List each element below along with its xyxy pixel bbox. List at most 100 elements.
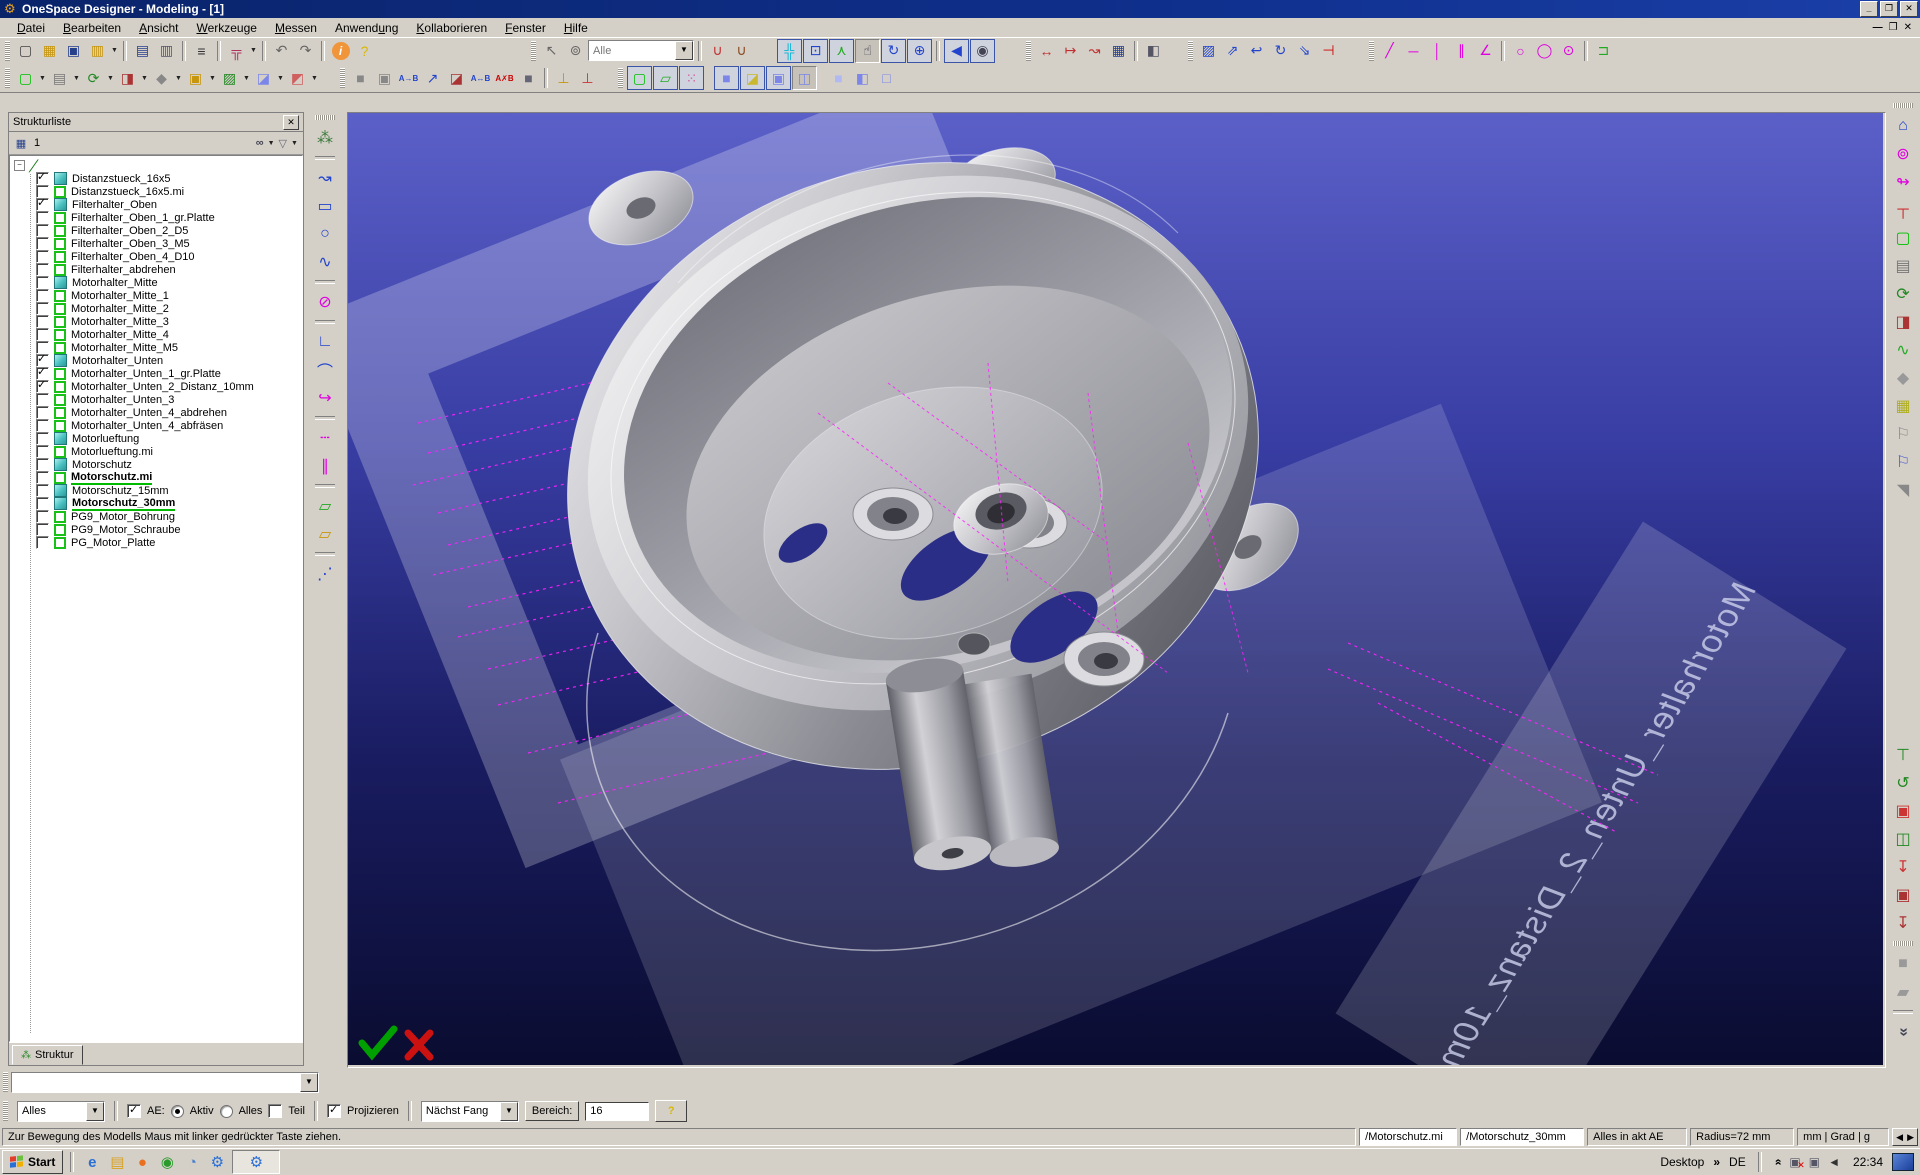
pan-view-icon[interactable]: ╬ xyxy=(777,38,802,63)
sketch-plane-icon[interactable]: ▨ xyxy=(1197,40,1220,62)
status-pager[interactable]: ◀ ▶ xyxy=(1892,1128,1918,1146)
wireframe-view-icon[interactable]: □ xyxy=(875,67,898,89)
stamp-down-icon[interactable]: ↧ xyxy=(1890,910,1916,936)
spline-icon[interactable]: ∿ xyxy=(312,249,338,275)
structure-item[interactable]: Motorhalter_Unten xyxy=(10,352,302,367)
viewport-canvas[interactable]: Motorhalter_Unten_2_Distanz_10mm xyxy=(348,113,1883,1065)
view-back-icon[interactable]: ◀ xyxy=(944,38,969,63)
structure-item[interactable]: Motorschutz_30mm xyxy=(10,497,302,511)
structure-item[interactable]: Distanzstueck_16x5.mi xyxy=(10,185,302,198)
draw-circle-center-icon[interactable]: ⊙ xyxy=(1557,40,1580,62)
visibility-checkbox[interactable] xyxy=(36,224,49,237)
selection-scope-combo-dropdown-icon[interactable]: ▼ xyxy=(675,41,693,60)
structure-item[interactable]: Motorlueftung xyxy=(10,432,302,445)
position-a-b-icon[interactable]: A↔B xyxy=(469,67,492,89)
menu-ansicht[interactable]: Ansicht xyxy=(130,19,187,37)
new-part-icon[interactable]: ■ xyxy=(349,67,372,89)
selection-scope-combo[interactable]: Alle ▼ xyxy=(588,40,694,61)
structure-item[interactable]: Filterhalter_Oben_1_gr.Platte xyxy=(10,211,302,224)
tools-icon[interactable]: ╦ xyxy=(225,40,248,62)
revolve-box-icon[interactable]: ↺ xyxy=(1890,770,1916,796)
copy-icon[interactable]: ▤ xyxy=(131,40,154,62)
boolean-union-icon[interactable]: ▣ xyxy=(1890,798,1916,824)
toolbar-handle[interactable] xyxy=(618,68,623,88)
turn-tool-icon-dropdown[interactable]: ▼ xyxy=(106,67,115,89)
structure-item[interactable]: Motorschutz.mi xyxy=(10,471,302,485)
workplane-icon-dropdown[interactable]: ▼ xyxy=(38,67,47,89)
ae-checkbox[interactable] xyxy=(127,1103,141,1118)
toolbar-handle[interactable] xyxy=(1893,103,1913,108)
pager-left-icon[interactable]: ◀ xyxy=(1896,1132,1903,1143)
mill2-icon[interactable]: ◆ xyxy=(1890,365,1916,391)
hs-app-icon[interactable]: ◉ xyxy=(156,1151,178,1173)
workplane2-icon[interactable]: ▢ xyxy=(1890,225,1916,251)
sketch-move-icon[interactable]: ⇗ xyxy=(1221,40,1244,62)
combo-dropdown-icon[interactable]: ▼ xyxy=(300,1072,318,1092)
stamp-tool-icon-dropdown[interactable]: ▼ xyxy=(242,67,251,89)
show-plane-icon[interactable]: ▱ xyxy=(653,66,678,90)
draw-angle-icon[interactable]: ∠ xyxy=(1474,40,1497,62)
wedge-icon[interactable]: ◥ xyxy=(1890,477,1916,503)
undo-icon[interactable]: ↶ xyxy=(270,40,293,62)
tools-icon-dropdown[interactable]: ▼ xyxy=(249,40,258,62)
select-cursor-icon[interactable]: ↖ xyxy=(540,40,563,62)
select-region-icon[interactable]: ⊚ xyxy=(564,40,587,62)
redo-icon[interactable]: ↷ xyxy=(294,40,317,62)
magnet-part-icon[interactable]: ∪ xyxy=(730,40,753,62)
calculator-icon[interactable]: ▦ xyxy=(1107,40,1130,62)
mill-tool-icon-dropdown[interactable]: ▼ xyxy=(174,67,183,89)
close-button[interactable]: ✕ xyxy=(1900,1,1918,17)
database-icon[interactable]: ▥ xyxy=(86,40,109,62)
menu-werkzeuge[interactable]: Werkzeuge xyxy=(187,19,265,37)
structure-item[interactable]: Filterhalter_abdrehen xyxy=(10,263,302,276)
window-tool-icon-dropdown[interactable]: ▼ xyxy=(208,67,217,89)
visibility-checkbox[interactable] xyxy=(36,196,49,211)
visibility-checkbox[interactable] xyxy=(36,497,49,510)
visibility-checkbox[interactable] xyxy=(36,276,49,289)
panel-close-icon[interactable]: ✕ xyxy=(283,114,299,130)
turn-tool-icon[interactable]: ⟳ xyxy=(82,67,105,89)
dimension-ref-icon[interactable]: ┬ xyxy=(1890,197,1916,223)
draw-circle-icon[interactable]: ○ xyxy=(1509,40,1532,62)
rotate-view-icon[interactable]: ↻ xyxy=(881,38,906,63)
list-view-icon[interactable]: ▦ xyxy=(13,135,29,151)
view-tree-icon[interactable]: ⋏ xyxy=(829,38,854,63)
structure-item[interactable]: Motorhalter_Unten_3 xyxy=(10,393,302,406)
mill-tool-icon[interactable]: ◆ xyxy=(150,67,173,89)
title-bar[interactable]: ⚙ OneSpace Designer - Modeling - [1] _ ❐… xyxy=(0,0,1920,18)
scope-combo[interactable]: Alles ▼ xyxy=(17,1100,105,1122)
toolbar-handle[interactable] xyxy=(5,40,10,61)
visibility-checkbox[interactable] xyxy=(36,328,49,341)
mirror-blue-icon[interactable]: ⚐ xyxy=(1890,449,1916,475)
visibility-checkbox[interactable] xyxy=(36,471,49,484)
more-tools-chevron-icon[interactable]: » xyxy=(1890,1019,1916,1045)
draw-parallel-icon[interactable]: ∥ xyxy=(1450,40,1473,62)
toolbar-handle[interactable] xyxy=(5,68,10,88)
fillet-arc-icon[interactable]: ⌒ xyxy=(312,357,338,383)
polygon-icon[interactable]: ⌂ xyxy=(1890,113,1916,139)
toolbar-handle[interactable] xyxy=(1026,40,1031,61)
toolbar-handle[interactable] xyxy=(1893,941,1913,946)
structure-item[interactable]: Filterhalter_Oben_3_M5 xyxy=(10,237,302,250)
visibility-checkbox[interactable] xyxy=(36,289,49,302)
bereich-button[interactable]: Bereich: xyxy=(524,1101,580,1121)
structure-item[interactable]: Filterhalter_Oben xyxy=(10,196,302,211)
visibility-checkbox[interactable] xyxy=(36,432,49,445)
structure-item[interactable]: PG9_Motor_Schraube xyxy=(10,523,302,536)
network-error-icon[interactable]: ▣ ✕ xyxy=(1789,1155,1804,1170)
visibility-checkbox[interactable] xyxy=(36,170,49,185)
zoom-window-icon[interactable]: ⊡ xyxy=(803,38,828,63)
clock[interactable]: 22:34 xyxy=(1853,1155,1883,1169)
structure-item[interactable]: Motorhalter_Unten_4_abfräsen xyxy=(10,419,302,432)
structure-item[interactable]: Motorhalter_Mitte_2 xyxy=(10,302,302,315)
unposition-a-b-icon[interactable]: A✗B xyxy=(493,67,516,89)
hatch-icon[interactable]: ⋰ xyxy=(312,561,338,587)
save-icon[interactable]: ▣ xyxy=(62,40,85,62)
measure-solid-icon[interactable]: ◧ xyxy=(1142,40,1165,62)
filter-icon[interactable]: ▽ xyxy=(279,137,287,150)
menu-hilfe[interactable]: Hilfe xyxy=(555,19,597,37)
part2-icon[interactable]: ▤ xyxy=(1890,253,1916,279)
volume-icon[interactable]: ◄ xyxy=(1828,1155,1840,1169)
dimension-circle-icon[interactable]: ⊚ xyxy=(1890,141,1916,167)
menu-datei[interactable]: Datei xyxy=(8,19,54,37)
